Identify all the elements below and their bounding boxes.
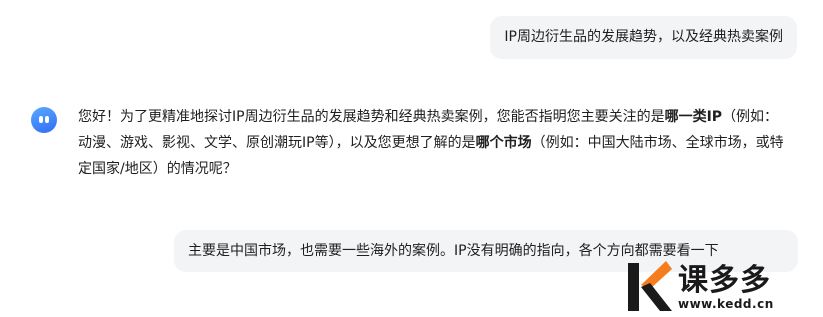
watermark-url: www.kedd.cn [678,297,774,311]
avatar-right-eye [45,116,49,123]
assistant-text-part-1: 您好！为了更精准地探讨IP周边衍生品的发展趋势和经典热卖案例，您能否指明您主要关… [78,109,665,125]
user-message-1: IP周边衍生品的发展趋势，以及经典热卖案例 [490,16,797,59]
assistant-message: 您好！为了更精准地探讨IP周边衍生品的发展趋势和经典热卖案例，您能否指明您主要关… [78,104,790,182]
assistant-avatar-icon [31,107,57,133]
chat-page: IP周边衍生品的发展趋势，以及经典热卖案例 您好！为了更精准地探讨IP周边衍生品… [0,0,823,317]
assistant-bold-ip-type: 哪一类IP [664,109,723,125]
user-message-1-text: IP周边衍生品的发展趋势，以及经典热卖案例 [504,29,783,45]
watermark-brand: 课多多 [678,263,771,298]
avatar-left-eye [39,116,43,123]
k-logo-icon [628,261,672,311]
assistant-bold-market: 哪个市场 [475,135,532,151]
watermark: 课多多 www.kedd.cn [626,255,823,317]
